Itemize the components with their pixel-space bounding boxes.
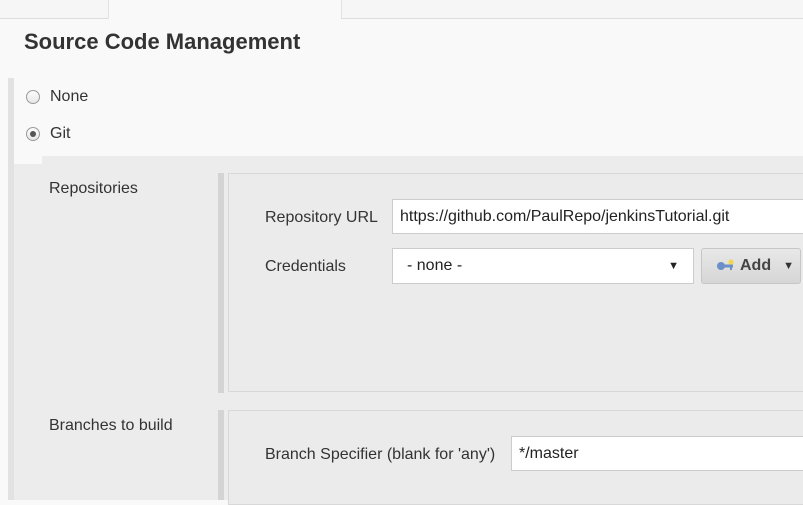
repository-url-input[interactable]: https://github.com/PaulRepo/jenkinsTutor…: [392, 199, 803, 234]
radio-none[interactable]: [26, 90, 40, 104]
credentials-select[interactable]: - none - ▼: [392, 248, 694, 284]
scm-option-none[interactable]: None: [26, 88, 88, 106]
scm-option-git-label: Git: [50, 125, 71, 142]
caret-down-icon: ▼: [783, 260, 794, 272]
credentials-label: Credentials: [265, 258, 346, 275]
repositories-drag-handle[interactable]: [218, 173, 224, 393]
repositories-label: Repositories: [49, 180, 138, 197]
active-config-tab[interactable]: [108, 0, 342, 19]
scm-option-none-label: None: [50, 88, 89, 105]
branches-drag-handle[interactable]: [218, 410, 224, 500]
branches-to-build-label: Branches to build: [49, 417, 173, 434]
dropdown-arrow-icon: ▼: [668, 260, 679, 272]
radio-git[interactable]: [26, 127, 40, 141]
git-config-notch: [14, 156, 42, 164]
section-title: Source Code Management: [24, 29, 301, 54]
repository-url-label: Repository URL: [265, 209, 378, 226]
scm-option-git[interactable]: Git: [26, 125, 70, 143]
add-button-label: Add: [740, 257, 772, 274]
credentials-selected-value: - none -: [407, 257, 463, 274]
key-icon: [716, 259, 736, 273]
branch-specifier-label: Branch Specifier (blank for 'any'): [265, 446, 496, 463]
add-credentials-button[interactable]: Add ▼: [701, 248, 801, 284]
branch-specifier-input[interactable]: */master: [511, 436, 803, 471]
